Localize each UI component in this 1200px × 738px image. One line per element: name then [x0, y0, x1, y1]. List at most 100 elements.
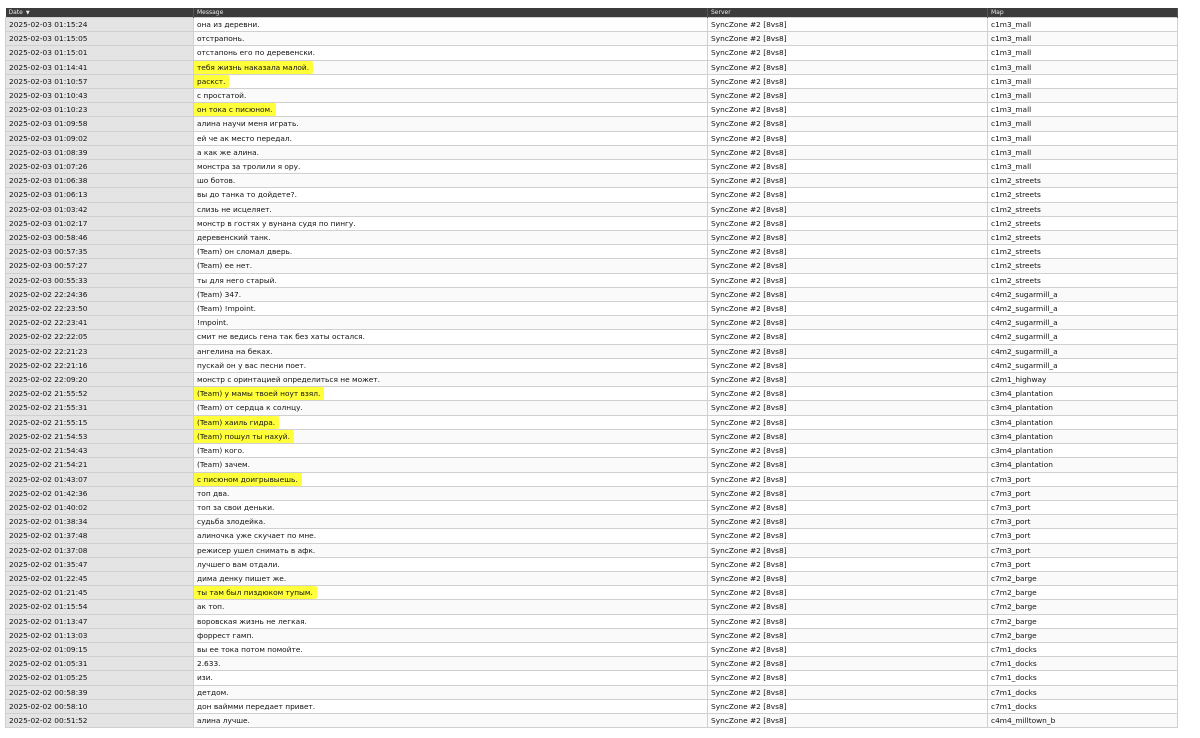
table-row: 2025-02-02 22:22:05 смит не ведись гена т…: [5, 329, 1178, 345]
cell-date: 2025-02-02 22:22:05: [5, 329, 194, 345]
cell-server: SyncZone #2 [8vs8]: [707, 244, 988, 260]
cell-server: SyncZone #2 [8vs8]: [707, 656, 988, 672]
cell-date: 2025-02-02 01:43:07: [5, 471, 194, 487]
cell-date: 2025-02-02 01:42:36: [5, 485, 194, 501]
cell-message: ангелина на беках.: [193, 343, 708, 359]
cell-message: (Team) кого.: [193, 443, 708, 459]
table-row: 2025-02-03 01:06:13 вы до танка то дойдет…: [5, 187, 1178, 203]
table-row: 2025-02-03 01:09:58 алина научи меня игра…: [5, 116, 1178, 132]
cell-date: 2025-02-02 01:05:31: [5, 656, 194, 672]
table-row: 2025-02-02 01:38:34 судьба злодейка. SyncZ…: [5, 514, 1178, 530]
cell-map: c7m3_port: [987, 556, 1178, 572]
message-text: (Team) ее нет.: [197, 261, 253, 271]
cell-map: c1m2_streets: [987, 272, 1178, 288]
cell-message: вы ее тока потом помойте.: [193, 641, 708, 658]
message-text-highlighted: (Team) у мамы твоей ноут взял.: [194, 387, 325, 400]
cell-message: режисер ушел снимать в афк.: [193, 542, 708, 558]
message-text: 2.633.: [197, 659, 221, 669]
cell-map: c1m3_mall: [987, 130, 1178, 146]
cell-map: c4m2_sugarmill_a: [987, 301, 1178, 317]
cell-server: SyncZone #2 [8vs8]: [707, 471, 988, 487]
cell-date: 2025-02-02 01:40:02: [5, 499, 194, 516]
cell-date: 2025-02-02 00:58:39: [5, 684, 194, 700]
cell-date: 2025-02-03 01:10:23: [5, 102, 194, 118]
cell-server: SyncZone #2 [8vs8]: [707, 159, 988, 175]
cell-server: SyncZone #2 [8vs8]: [707, 684, 988, 700]
table-row: 2025-02-03 01:06:38 шо ботов. SyncZone #2 …: [5, 173, 1178, 189]
table-row: 2025-02-02 01:09:15 вы ее тока потом помо…: [5, 641, 1178, 658]
cell-map: c3m4_plantation: [987, 443, 1178, 459]
cell-date: 2025-02-03 01:06:13: [5, 187, 194, 203]
cell-map: c7m2_barge: [987, 599, 1178, 615]
cell-server: SyncZone #2 [8vs8]: [707, 499, 988, 516]
cell-message: с простатой.: [193, 88, 708, 104]
cell-date: 2025-02-02 01:35:47: [5, 556, 194, 572]
cell-server: SyncZone #2 [8vs8]: [707, 130, 988, 146]
column-header-map[interactable]: Map: [987, 8, 1178, 18]
cell-message: форрест гамп.: [193, 627, 708, 643]
cell-map: c2m1_highway: [987, 372, 1178, 388]
table-row: 2025-02-02 22:21:16 пускай он у вас песни…: [5, 357, 1178, 374]
cell-message: ты там был пиздюком тупым.: [193, 585, 708, 601]
cell-server: SyncZone #2 [8vs8]: [707, 428, 988, 445]
cell-date: 2025-02-03 01:08:39: [5, 144, 194, 161]
table-row: 2025-02-02 01:43:07 с писюном доигрывыешь…: [5, 471, 1178, 487]
cell-server: SyncZone #2 [8vs8]: [707, 230, 988, 246]
cell-map: c7m2_barge: [987, 570, 1178, 587]
table-row: 2025-02-02 22:24:36 (Team) 347. SyncZone #…: [5, 286, 1178, 303]
cell-map: c1m3_mall: [987, 16, 1178, 33]
column-header-date[interactable]: Date ▼: [5, 8, 194, 18]
cell-map: c1m2_streets: [987, 173, 1178, 189]
cell-message: с писюном доигрывыешь.: [193, 471, 708, 487]
column-header-server[interactable]: Server: [707, 8, 988, 18]
cell-server: SyncZone #2 [8vs8]: [707, 400, 988, 416]
cell-message: шо ботов.: [193, 173, 708, 189]
message-text: (Team) зачем.: [197, 460, 250, 470]
message-text: изи.: [197, 673, 213, 683]
cell-map: c1m3_mall: [987, 31, 1178, 47]
cell-message: лучшего вам отдали.: [193, 556, 708, 572]
cell-server: SyncZone #2 [8vs8]: [707, 357, 988, 374]
cell-date: 2025-02-02 01:38:34: [5, 514, 194, 530]
cell-map: c1m3_mall: [987, 144, 1178, 161]
cell-message: она из деревни.: [193, 16, 708, 33]
cell-message: !mpoint.: [193, 315, 708, 331]
cell-date: 2025-02-03 01:14:41: [5, 59, 194, 75]
message-text: пускай он у вас песни поет.: [197, 360, 307, 370]
cell-message: (Team) хаиль гидра.: [193, 414, 708, 430]
cell-message: алина научи меня играть.: [193, 116, 708, 132]
cell-map: c1m3_mall: [987, 45, 1178, 61]
cell-map: c3m4_plantation: [987, 414, 1178, 430]
cell-map: c7m1_docks: [987, 641, 1178, 658]
cell-date: 2025-02-02 22:21:16: [5, 357, 194, 374]
cell-message: монстр с оринтацией определиться не може…: [193, 372, 708, 388]
table-row: 2025-02-02 01:05:25 изи. SyncZone #2 [8vs8…: [5, 670, 1178, 686]
cell-map: c7m3_port: [987, 485, 1178, 501]
cell-server: SyncZone #2 [8vs8]: [707, 556, 988, 572]
cell-map: c1m2_streets: [987, 230, 1178, 246]
message-text: она из деревни.: [197, 20, 260, 29]
cell-server: SyncZone #2 [8vs8]: [707, 457, 988, 473]
message-text: монстр в гостях у вунана судя по пингу.: [197, 218, 356, 228]
cell-message: изи.: [193, 670, 708, 686]
table-row: 2025-02-02 00:51:52 алина лучше. SyncZone …: [5, 712, 1178, 729]
message-text: !mpoint.: [197, 318, 229, 328]
cell-server: SyncZone #2 [8vs8]: [707, 301, 988, 317]
cell-message: 2.633.: [193, 656, 708, 672]
cell-date: 2025-02-03 01:09:58: [5, 116, 194, 132]
cell-message: он тока с писюном.: [193, 102, 708, 118]
column-header-message[interactable]: Message: [193, 8, 708, 18]
cell-message: (Team) у мамы твоей ноут взял.: [193, 386, 708, 402]
cell-date: 2025-02-02 00:58:10: [5, 698, 194, 714]
cell-date: 2025-02-02 22:09:20: [5, 372, 194, 388]
message-text: алина научи меня играть.: [197, 119, 299, 129]
table-row: 2025-02-02 01:15:54 ак топ. SyncZone #2 [8…: [5, 599, 1178, 615]
cell-date: 2025-02-02 21:54:43: [5, 443, 194, 459]
cell-message: (Team) от сердца к солнцу.: [193, 400, 708, 416]
message-text: монстра за тролили я ору.: [197, 162, 301, 172]
table-row: 2025-02-02 01:21:45 ты там был пиздюком т…: [5, 585, 1178, 601]
cell-server: SyncZone #2 [8vs8]: [707, 698, 988, 714]
cell-date: 2025-02-03 01:07:26: [5, 159, 194, 175]
table-row: 2025-02-02 01:35:47 лучшего вам отдали. Sy…: [5, 556, 1178, 572]
cell-date: 2025-02-03 01:15:01: [5, 45, 194, 61]
